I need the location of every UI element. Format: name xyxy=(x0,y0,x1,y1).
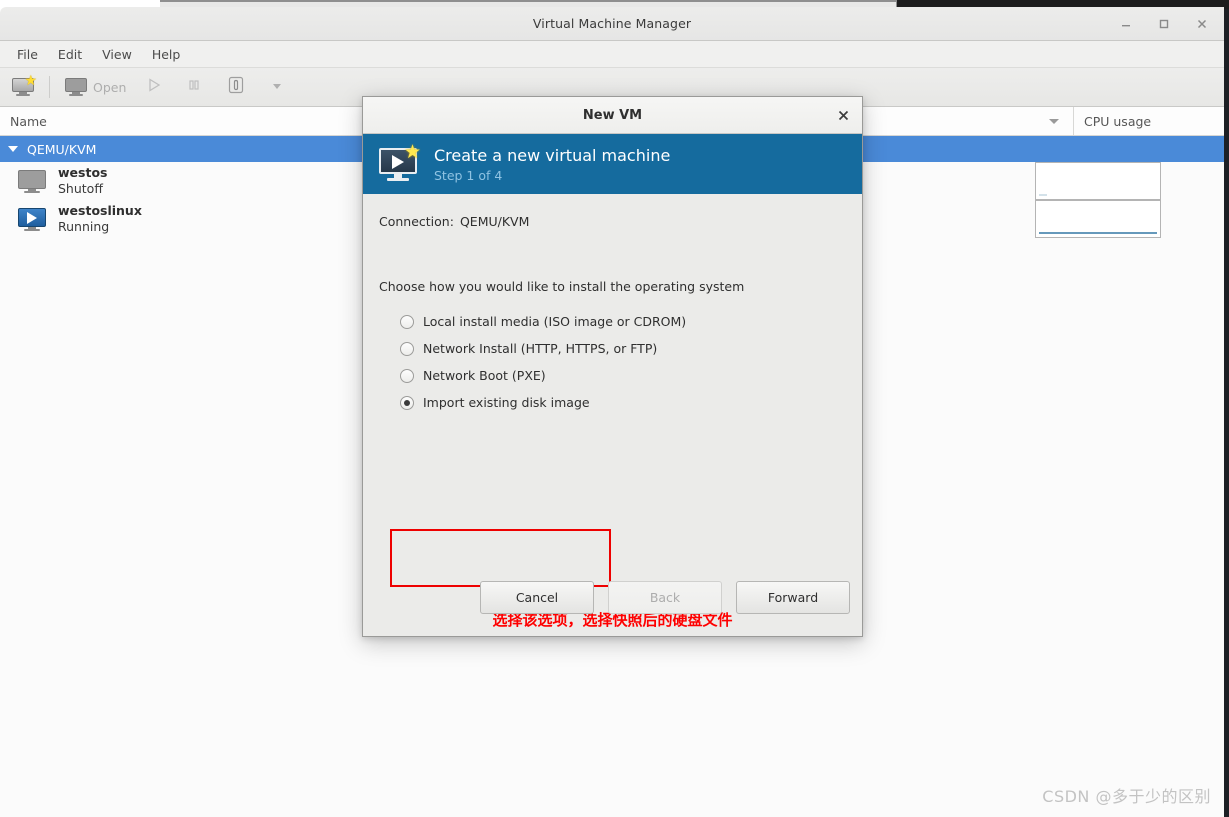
radio-icon[interactable] xyxy=(400,368,414,383)
monitor-running-icon xyxy=(18,207,46,231)
new-vm-icon: ★ xyxy=(12,74,37,96)
cpu-sparkline-westos xyxy=(1035,162,1161,200)
dialog-connection-label: Connection: xyxy=(379,214,454,229)
back-button[interactable]: Back xyxy=(608,580,722,614)
watermark: CSDN @多于少的区别 xyxy=(1042,787,1211,806)
radio-icon[interactable] xyxy=(400,314,414,329)
menu-item-view[interactable]: View xyxy=(93,44,141,65)
window-titlebar: Virtual Machine Manager xyxy=(0,7,1224,41)
cpu-sparkline-westoslinux xyxy=(1035,200,1161,238)
run-button[interactable] xyxy=(140,74,168,100)
minimize-icon[interactable] xyxy=(1118,16,1134,32)
radio-option-network-install[interactable]: Network Install (HTTP, HTTPS, or FTP) xyxy=(400,335,846,362)
dialog-body: Connection: QEMU/KVM Choose how you would… xyxy=(363,214,862,629)
dialog-title: New VM xyxy=(582,107,643,123)
open-button[interactable]: Open xyxy=(59,75,132,99)
radio-option-local-install-media[interactable]: Local install media (ISO image or CDROM) xyxy=(400,308,846,335)
dialog-titlebar: New VM xyxy=(363,97,862,134)
shutdown-button[interactable] xyxy=(220,72,252,102)
column-header-cpu-usage-label: CPU usage xyxy=(1084,113,1152,129)
install-method-radio-group: Local install media (ISO image or CDROM)… xyxy=(379,308,846,416)
banner-title: Create a new virtual machine xyxy=(434,145,671,165)
forward-button[interactable]: Forward xyxy=(736,580,850,614)
vm-state: Shutoff xyxy=(58,181,103,196)
background-window-edge xyxy=(160,0,897,7)
pause-button[interactable] xyxy=(180,74,208,100)
vm-state: Running xyxy=(58,219,110,234)
radio-option-import-existing-disk-image[interactable]: Import existing disk image xyxy=(400,389,846,416)
radio-label: Network Install (HTTP, HTTPS, or FTP) xyxy=(423,341,658,356)
radio-icon[interactable] xyxy=(400,341,414,356)
radio-label: Import existing disk image xyxy=(423,395,590,410)
radio-icon-selected[interactable] xyxy=(400,395,414,410)
sort-descending-icon xyxy=(1049,118,1059,124)
desktop-background: Virtual Machine Manager File Edit View H… xyxy=(0,0,1229,817)
install-method-prompt: Choose how you would like to install the… xyxy=(379,279,745,294)
monitor-off-icon xyxy=(18,169,46,193)
shutdown-icon xyxy=(226,75,246,99)
dialog-connection-row: Connection: QEMU/KVM xyxy=(379,214,846,229)
menu-item-file[interactable]: File xyxy=(8,44,47,65)
monitor-icon xyxy=(65,78,87,96)
close-icon[interactable] xyxy=(1194,16,1210,32)
column-header-cpu-usage[interactable]: CPU usage xyxy=(1074,107,1224,135)
toolbar-separator xyxy=(49,76,50,98)
dialog-connection-value: QEMU/KVM xyxy=(459,214,530,229)
open-label: Open xyxy=(93,79,127,95)
cancel-button[interactable]: Cancel xyxy=(480,580,594,614)
menu-item-edit[interactable]: Edit xyxy=(49,44,91,65)
pause-icon xyxy=(186,77,202,97)
connection-row-label: QEMU/KVM xyxy=(27,141,97,157)
page-title: Virtual Machine Manager xyxy=(532,16,692,31)
menu-item-help[interactable]: Help xyxy=(143,44,190,65)
column-sort-button[interactable] xyxy=(1035,107,1074,135)
new-vm-dialog: New VM ★ Create a new virtual machine St… xyxy=(362,96,863,637)
window-controls xyxy=(1118,7,1216,40)
vm-name: westos xyxy=(58,165,108,181)
radio-label: Local install media (ISO image or CDROM) xyxy=(423,314,687,329)
radio-option-network-boot-pxe[interactable]: Network Boot (PXE) xyxy=(400,362,846,389)
new-vm-button[interactable]: ★ xyxy=(6,74,40,99)
play-icon xyxy=(146,77,162,97)
dialog-banner: ★ Create a new virtual machine Step 1 of… xyxy=(363,134,862,194)
chevron-down-icon xyxy=(270,78,284,97)
close-icon[interactable] xyxy=(834,106,852,124)
menubar: File Edit View Help xyxy=(0,41,1224,68)
screen-right-border xyxy=(1224,9,1229,817)
maximize-icon[interactable] xyxy=(1156,16,1172,32)
banner-step: Step 1 of 4 xyxy=(434,167,503,183)
vm-name: westoslinux xyxy=(58,203,142,219)
new-vm-wizard-icon: ★ xyxy=(379,142,421,181)
toolbar-dropdown-button[interactable] xyxy=(264,75,290,100)
column-header-name-label: Name xyxy=(10,113,47,129)
dialog-footer: Cancel Back Forward xyxy=(363,565,862,629)
triangle-down-icon[interactable] xyxy=(8,146,18,152)
radio-label: Network Boot (PXE) xyxy=(423,368,546,383)
